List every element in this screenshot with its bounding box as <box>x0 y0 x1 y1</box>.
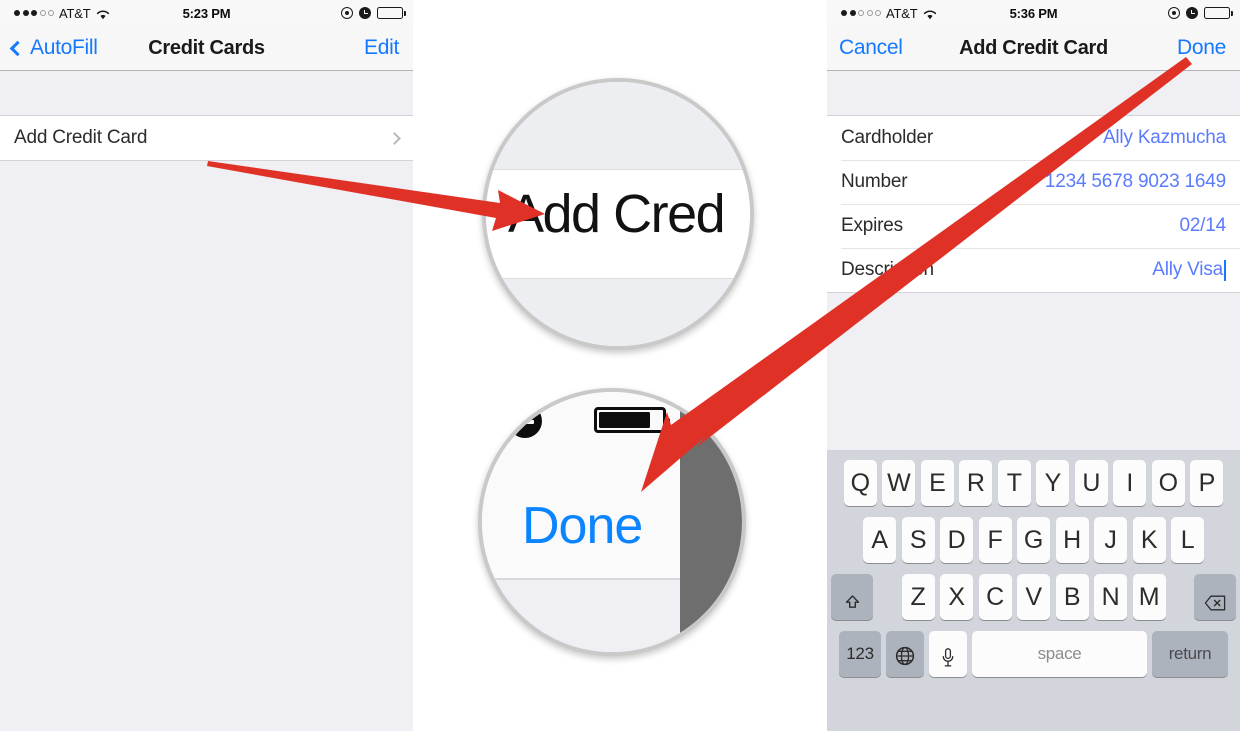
battery-icon <box>594 407 670 433</box>
delete-key[interactable] <box>1194 574 1236 620</box>
key-o[interactable]: O <box>1151 460 1185 506</box>
key-f[interactable]: F <box>978 517 1012 563</box>
right-empty-area <box>827 293 1240 383</box>
key-j[interactable]: J <box>1094 517 1127 563</box>
credit-card-form-group: Cardholder Ally Kazmucha Number 1234 567… <box>827 115 1240 293</box>
left-table-group: Add Credit Card <box>0 115 413 161</box>
rotation-lock-icon <box>1168 7 1180 19</box>
keyboard-row-3: Z X C V B N M <box>827 574 1240 620</box>
field-value[interactable]: 1234 5678 9023 1649 <box>1045 171 1226 193</box>
text-cursor-caret <box>1224 259 1226 281</box>
key-q[interactable]: Q <box>843 460 877 506</box>
return-key[interactable]: return <box>1152 631 1228 677</box>
key-u[interactable]: U <box>1074 460 1108 506</box>
key-d[interactable]: D <box>940 517 973 563</box>
field-value[interactable]: 02/14 <box>1179 215 1226 237</box>
key-m[interactable]: M <box>1132 574 1166 620</box>
right-phone-screen: AT&T 5:36 PM Cancel Add Credit Card Done <box>827 0 1240 731</box>
magnifier-2-content: Done <box>482 392 742 652</box>
key-y[interactable]: Y <box>1036 460 1070 506</box>
key-x[interactable]: X <box>940 574 973 620</box>
row-add-credit-card[interactable]: Add Credit Card <box>0 116 413 160</box>
left-section-gap <box>0 71 413 115</box>
key-w[interactable]: W <box>882 460 916 506</box>
numbers-key[interactable]: 123 <box>839 631 881 677</box>
keyboard-row-2: A S D F G H J K L <box>827 517 1240 563</box>
key-h[interactable]: H <box>1055 517 1089 563</box>
row-label: Add Credit Card <box>14 127 148 148</box>
key-r[interactable]: R <box>959 460 993 506</box>
magnifier-2-lower-band <box>482 580 680 652</box>
left-status-bar: AT&T 5:23 PM <box>0 0 413 26</box>
alarm-clock-icon <box>508 404 542 438</box>
delete-backspace-icon <box>1204 589 1226 611</box>
globe-icon <box>895 644 915 666</box>
magnifier-2-divider <box>482 578 680 580</box>
left-status-right <box>341 7 406 19</box>
field-value[interactable]: Ally Visa <box>1152 259 1223 281</box>
key-e[interactable]: E <box>920 460 954 506</box>
keyboard-row-1: Q W E R T Y U I O P <box>827 460 1240 506</box>
right-nav-bar: Cancel Add Credit Card Done <box>827 26 1240 71</box>
field-label: Expires <box>841 215 903 236</box>
left-nav-bar: AutoFill Credit Cards Edit <box>0 26 413 71</box>
shift-arrow-icon <box>844 589 861 608</box>
key-z[interactable]: Z <box>901 574 935 620</box>
key-g[interactable]: G <box>1017 517 1050 563</box>
right-status-bar: AT&T 5:36 PM <box>827 0 1240 26</box>
field-label: Cardholder <box>841 127 933 148</box>
key-p[interactable]: P <box>1190 460 1224 506</box>
key-k[interactable]: K <box>1132 517 1166 563</box>
dictation-key[interactable] <box>929 631 967 677</box>
magnifier-2-gray-edge <box>680 392 742 652</box>
globe-key[interactable] <box>886 631 924 677</box>
field-cardholder[interactable]: Cardholder Ally Kazmucha <box>827 116 1240 160</box>
chevron-right-icon <box>388 131 401 145</box>
field-value[interactable]: Ally Kazmucha <box>1103 127 1226 149</box>
microphone-icon <box>942 645 954 667</box>
field-description[interactable]: Description Ally Visa <box>827 248 1240 292</box>
key-c[interactable]: C <box>978 574 1012 620</box>
battery-icon <box>377 7 406 19</box>
magnifier-1-top-band <box>486 82 750 170</box>
screenshot-root: AT&T 5:23 PM AutoFill Credit Cards Edit <box>0 0 1240 731</box>
key-a[interactable]: A <box>863 517 896 563</box>
magnifier-add-credit-card: Add Cred <box>482 78 754 350</box>
edit-button[interactable]: Edit <box>364 36 399 60</box>
done-button[interactable]: Done <box>1177 36 1226 60</box>
keyboard-row-4: 123 space return <box>827 631 1240 677</box>
magnifier-1-bottom-band <box>486 278 750 346</box>
alarm-clock-icon <box>1186 7 1198 19</box>
rotation-lock-icon <box>341 7 353 19</box>
key-t[interactable]: T <box>997 460 1031 506</box>
key-n[interactable]: N <box>1094 574 1127 620</box>
left-page-title: Credit Cards <box>148 36 265 59</box>
key-b[interactable]: B <box>1055 574 1089 620</box>
magnifier-2-text: Done <box>522 497 643 555</box>
field-label: Number <box>841 171 908 192</box>
magnifier-1-content: Add Cred <box>486 82 750 346</box>
right-section-gap <box>827 71 1240 115</box>
shift-key[interactable] <box>831 574 873 620</box>
field-number[interactable]: Number 1234 5678 9023 1649 <box>827 160 1240 204</box>
onscreen-keyboard: Q W E R T Y U I O P A S D F G H J K L Z … <box>827 450 1240 731</box>
magnifier-1-text: Add Cred <box>508 184 726 244</box>
key-v[interactable]: V <box>1017 574 1050 620</box>
right-status-right <box>1168 7 1233 19</box>
key-i[interactable]: I <box>1113 460 1147 506</box>
battery-icon <box>1204 7 1233 19</box>
field-expires[interactable]: Expires 02/14 <box>827 204 1240 248</box>
alarm-clock-icon <box>359 7 371 19</box>
key-l[interactable]: L <box>1171 517 1204 563</box>
left-phone-screen: AT&T 5:23 PM AutoFill Credit Cards Edit <box>0 0 413 731</box>
left-empty-area <box>0 161 413 670</box>
key-s[interactable]: S <box>901 517 935 563</box>
field-label: Description <box>841 259 934 280</box>
space-key[interactable]: space <box>972 631 1147 677</box>
magnifier-done-button: Done <box>478 388 746 656</box>
